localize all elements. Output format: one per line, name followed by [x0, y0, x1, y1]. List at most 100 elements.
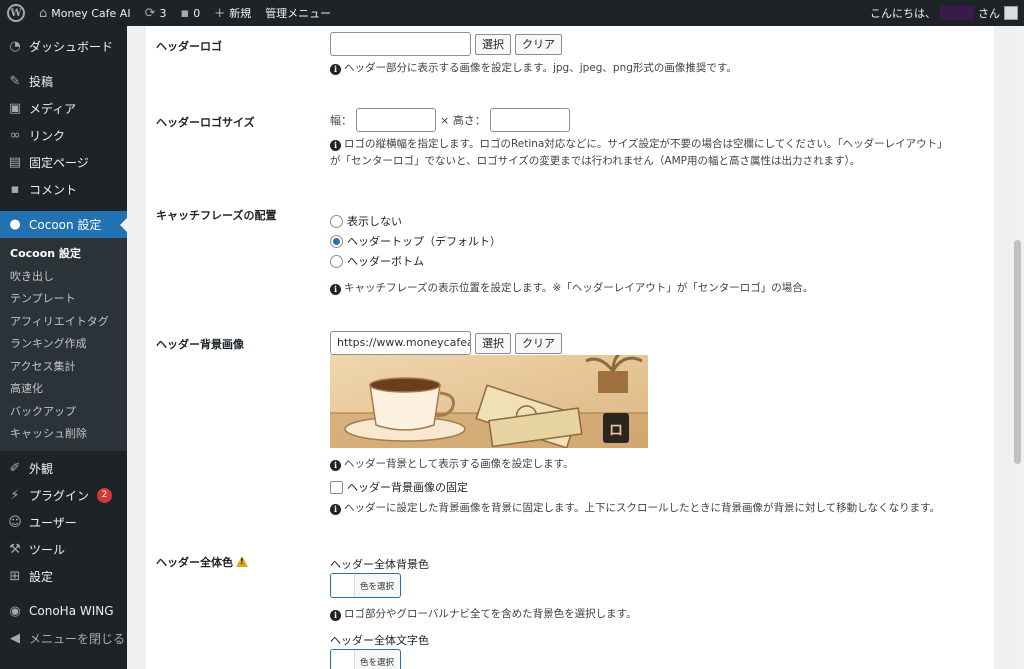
my-account-menu[interactable]: こんにちは、 さん [870, 5, 1024, 21]
wp-logo-menu[interactable]: W [0, 0, 32, 26]
user-icon: ☺ [8, 514, 22, 530]
cocoon-submenu: Cocoon 設定 吹き出し テンプレート アフィリエイトタグ ランキング作成 … [0, 238, 127, 451]
header-bg-description: i ヘッダー背景として表示する画像を設定します。 [330, 456, 574, 473]
sidebar-item-pages[interactable]: ▤ 固定ページ [0, 149, 127, 176]
sidebar-item-label: リンク [29, 129, 66, 143]
avatar[interactable] [1004, 6, 1018, 20]
header-logo-size-label: ヘッダーロゴサイズ [156, 116, 255, 129]
header-bg-select-button[interactable]: 選択 [475, 332, 511, 354]
catchphrase-radio-group: 表示しない ヘッダートップ（デフォルト） ヘッダーボトム [330, 211, 501, 271]
sidebar-item-conoha[interactable]: ◉ ConoHa WING [0, 598, 127, 625]
sidebar-item-label: コメント [29, 183, 78, 197]
height-label: × 高さ： [440, 114, 486, 127]
warning-icon [236, 556, 248, 567]
sidebar-item-cocoon-settings[interactable]: ● Cocoon 設定 [0, 211, 127, 238]
header-bg-clear-button[interactable]: クリア [515, 332, 562, 354]
submenu-item-template[interactable]: テンプレート [0, 287, 127, 310]
submenu-item-cache-clear[interactable]: キャッシュ削除 [0, 422, 127, 445]
header-bg-color-picker-button[interactable]: 色を選択 [330, 573, 401, 598]
plugin-update-badge: 2 [97, 487, 113, 503]
admin-menu-link[interactable]: 管理メニュー [258, 0, 338, 26]
comments-menu[interactable]: ▪ 0 [173, 0, 207, 26]
settings-icon: ⊞ [9, 568, 21, 584]
header-bg-fixed-option[interactable]: ヘッダー背景画像の固定 [330, 479, 468, 495]
collapse-menu-button[interactable]: ◀ メニューを閉じる [0, 625, 127, 652]
radio-button[interactable] [330, 214, 343, 228]
header-logo-size-description: i ロゴの縦横幅を指定します。ロゴのRetina対応などに。サイズ設定が不要の場合… [330, 138, 948, 167]
info-icon: i [330, 460, 341, 471]
catchphrase-option-header-top[interactable]: ヘッダートップ（デフォルト） [330, 231, 501, 251]
submenu-item-speedup[interactable]: 高速化 [0, 377, 127, 400]
header-bg-url-input[interactable]: https://www.moneycafeai. [330, 331, 471, 355]
header-bg-fixed-description: i ヘッダーに設定した背景画像を背景に固定します。上下にスクロールしたときに背景画… [330, 500, 940, 517]
header-logo-clear-button[interactable]: クリア [515, 33, 562, 55]
header-bg-color-label: ヘッダー全体背景色 [330, 558, 429, 571]
info-icon: i [330, 504, 341, 515]
tool-icon: ⚒ [9, 541, 21, 557]
header-logo-url-input[interactable] [330, 32, 471, 56]
dashboard-icon: ◔ [9, 39, 21, 54]
scrollbar-thumb[interactable] [1014, 240, 1021, 464]
page-scrollbar[interactable] [1011, 26, 1024, 669]
sidebar-item-dashboard[interactable]: ◔ ダッシュボード [0, 33, 127, 60]
sidebar-item-media[interactable]: ▣ メディア [0, 95, 127, 122]
header-text-color-label: ヘッダー全体文字色 [330, 634, 429, 647]
header-bg-fixed-checkbox[interactable] [330, 480, 343, 494]
sidebar-item-label: プラグイン [29, 488, 90, 503]
sidebar-item-settings[interactable]: ⊞ 設定 [0, 563, 127, 590]
submenu-item-affiliate-tag[interactable]: アフィリエイトタグ [0, 310, 127, 333]
media-icon: ▣ [8, 101, 22, 116]
comment-icon: ▪ [10, 182, 20, 197]
header-bg-preview-image: ロ [330, 351, 648, 451]
updates-menu[interactable]: ⟳ 3 [138, 0, 174, 26]
wordpress-icon: W [7, 4, 25, 22]
submenu-item-access-stats[interactable]: アクセス集計 [0, 355, 127, 378]
sidebar-item-comments[interactable]: ▪ コメント [0, 176, 127, 203]
logo-height-input[interactable] [489, 108, 570, 132]
info-icon: i [330, 64, 341, 75]
header-logo-description: i ヘッダー部分に表示する画像を設定します。jpg、jpeg、png形式の画像推奨… [330, 60, 737, 77]
catchphrase-option-none[interactable]: 表示しない [330, 211, 501, 231]
sidebar-item-label: ダッシュボード [29, 40, 114, 54]
radio-button[interactable] [330, 254, 343, 268]
link-icon: ∞ [9, 128, 21, 143]
home-icon: ⌂ [39, 5, 48, 21]
admin-menu-label: 管理メニュー [265, 7, 332, 20]
sidebar-item-links[interactable]: ∞ リンク [0, 122, 127, 149]
sidebar-item-plugins[interactable]: ⚡ プラグイン 2 [0, 482, 127, 509]
conoha-icon: ◉ [9, 603, 21, 619]
sidebar-item-posts[interactable]: ✎ 投稿 [0, 68, 127, 95]
new-content-menu[interactable]: + 新規 [207, 0, 258, 26]
admin-sidebar: ◔ ダッシュボード ✎ 投稿 ▣ メディア ∞ リンク ▤ 固定ページ ▪ コメ… [0, 26, 127, 669]
greeting-suffix: さん [978, 7, 1000, 20]
sidebar-item-users[interactable]: ☺ ユーザー [0, 509, 127, 536]
sidebar-item-label: 外観 [29, 461, 54, 476]
svg-text:ロ: ロ [609, 423, 623, 439]
submenu-item-backup[interactable]: バックアップ [0, 400, 127, 423]
pin-icon: ✎ [9, 74, 21, 89]
header-bg-image-label: ヘッダー背景画像 [156, 338, 244, 351]
header-logo-select-button[interactable]: 選択 [475, 33, 511, 55]
sidebar-item-appearance[interactable]: ✐ 外観 [0, 455, 127, 482]
page-icon: ▤ [8, 155, 22, 170]
logo-width-input[interactable] [356, 108, 436, 132]
submenu-item-cocoon-settings[interactable]: Cocoon 設定 [0, 242, 127, 265]
site-name: Money Cafe AI [51, 6, 131, 20]
sidebar-item-label: ユーザー [29, 515, 77, 530]
submenu-item-balloon[interactable]: 吹き出し [0, 265, 127, 288]
radio-button-selected[interactable] [330, 234, 343, 248]
sidebar-item-tools[interactable]: ⚒ ツール [0, 536, 127, 563]
sidebar-item-label: 投稿 [29, 75, 54, 89]
header-bg-color-description: i ロゴ部分やグローバルナビ全てを含めた背景色を選択します。 [330, 606, 637, 623]
info-icon: i [330, 284, 341, 295]
submenu-item-ranking[interactable]: ランキング作成 [0, 332, 127, 355]
sidebar-item-label: 設定 [29, 569, 54, 584]
sidebar-item-label: ConoHa WING [29, 604, 114, 618]
info-icon: i [330, 140, 341, 151]
plus-icon: + [214, 5, 226, 21]
sidebar-item-label: ツール [29, 542, 66, 557]
site-name-menu[interactable]: ⌂ Money Cafe AI [32, 0, 138, 26]
catchphrase-option-header-bottom[interactable]: ヘッダーボトム [330, 251, 501, 271]
comment-icon: ▪ [180, 5, 190, 21]
header-text-color-picker-button[interactable]: 色を選択 [330, 649, 401, 669]
